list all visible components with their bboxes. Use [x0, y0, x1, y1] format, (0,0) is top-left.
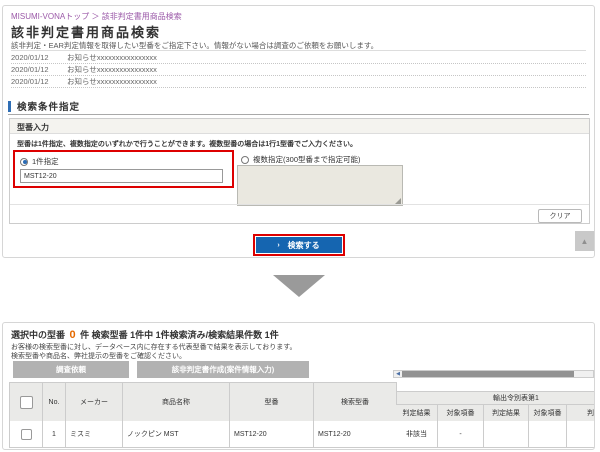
breadcrumb-current: 該非判定書用商品検索	[102, 12, 182, 21]
row-target: -	[438, 421, 484, 448]
row-search-model: MST12-20	[314, 421, 397, 448]
news-text: お知らせxxxxxxxxxxxxxxxx	[67, 76, 157, 87]
subheader-result: 判定結果	[396, 405, 438, 422]
divider	[11, 50, 586, 51]
section-header-search-conditions: 検索条件指定	[8, 99, 80, 113]
row-result: 非該当	[396, 421, 438, 448]
subheader-target: 対象項番	[438, 405, 484, 422]
radio-unselected-icon[interactable]	[241, 156, 249, 164]
search-button-highlight-box: › 検索する	[253, 234, 345, 256]
model-box-title: 型番入力	[10, 119, 589, 134]
chevron-right-icon: ›	[277, 242, 279, 249]
header-no: No.	[43, 383, 66, 422]
news-item[interactable]: 2020/01/12 お知らせxxxxxxxxxxxxxxxx	[11, 76, 586, 88]
row-checkbox-cell	[10, 421, 43, 448]
screenshot-stage: MISUMI-VONAトップ ＞ 該非判定書用商品検索 該非判定書用商品検索 該…	[0, 0, 600, 452]
investigate-request-button[interactable]: 調査依頼	[13, 361, 129, 378]
header-search-model: 検索型番	[314, 383, 397, 422]
section-accent-bar	[8, 101, 11, 112]
row-result	[484, 421, 529, 448]
news-date: 2020/01/12	[11, 77, 55, 86]
table-horizontal-scrollbar[interactable]: ◀	[393, 370, 594, 378]
radio-single-option[interactable]: 1件指定	[20, 156, 232, 167]
row-no: 1	[43, 421, 66, 448]
row-maker: ミスミ	[66, 421, 123, 448]
radio-selected-icon[interactable]	[20, 158, 28, 166]
select-all-checkbox[interactable]	[20, 396, 33, 409]
multi-model-textarea[interactable]	[237, 165, 403, 206]
table-row-judgement-cells: 非該当 -	[396, 421, 595, 448]
search-button-label: 検索する	[288, 240, 320, 251]
search-button[interactable]: › 検索する	[256, 237, 342, 253]
step-down-arrow-icon	[273, 275, 325, 297]
clear-button[interactable]: クリア	[538, 209, 582, 223]
model-box-instruction: 型番は1件指定、複数指定のいずれかで行うことができます。複数型番の場合は1行1型…	[17, 139, 357, 149]
table-subheader-row: 判定結果 対象項番 判定結果 対象項番 判定結果	[396, 404, 595, 422]
summary-prefix: 選択中の型番	[11, 330, 65, 340]
row-target	[529, 421, 567, 448]
header-checkbox-cell	[10, 383, 43, 422]
news-text: お知らせxxxxxxxxxxxxxxxx	[67, 64, 157, 75]
single-input-highlight-box: 1件指定	[13, 150, 234, 188]
table-header-row: No. メーカー 商品名称 型番 検索型番	[9, 382, 397, 422]
subheader-result: 判定結果	[567, 405, 595, 422]
news-item[interactable]: 2020/01/12 お知らせxxxxxxxxxxxxxxxx	[11, 64, 586, 76]
scroll-to-top-button[interactable]: ▲	[575, 231, 594, 251]
model-number-input[interactable]	[20, 169, 223, 183]
search-result-panel: 選択中の型番 0 件 検索型番 1件中 1件検索済み/検索結果件数 1件 お客様…	[2, 322, 595, 450]
breadcrumb-separator: ＞	[91, 12, 99, 21]
table-row: 1 ミスミ ノックピン MST MST12-20 MST12-20	[9, 421, 397, 448]
row-checkbox[interactable]	[21, 429, 32, 440]
subheader-result: 判定結果	[484, 405, 529, 422]
scrollbar-thumb[interactable]	[402, 371, 574, 377]
breadcrumb-home-link[interactable]: MISUMI-VONAトップ	[11, 12, 89, 21]
row-product-name: ノックピン MST	[123, 421, 230, 448]
news-item[interactable]: 2020/01/12 お知らせxxxxxxxxxxxxxxxx	[11, 52, 586, 64]
selected-count: 0	[68, 329, 78, 341]
news-text: お知らせxxxxxxxxxxxxxxxx	[67, 52, 157, 63]
news-date: 2020/01/12	[11, 53, 55, 62]
section-title: 検索条件指定	[17, 99, 80, 113]
radio-multi-label: 複数指定(300型番まで指定可能)	[253, 154, 361, 165]
header-model: 型番	[230, 383, 314, 422]
model-number-input-box: 型番入力 型番は1件指定、複数指定のいずれかで行うことができます。複数型番の場合…	[9, 118, 590, 224]
header-group-export-list: 輸出令別表第1	[396, 391, 595, 404]
create-judgement-doc-button[interactable]: 該非判定書作成(案件情報入力)	[137, 361, 309, 378]
breadcrumb: MISUMI-VONAトップ ＞ 該非判定書用商品検索	[11, 11, 182, 22]
arrow-up-icon: ▲	[581, 237, 589, 246]
section-underline	[8, 114, 589, 115]
summary-suffix: 件 検索型番 1件中 1件検索済み/検索結果件数 1件	[80, 330, 279, 340]
header-maker: メーカー	[66, 383, 123, 422]
subheader-target: 対象項番	[529, 405, 567, 422]
divider	[10, 204, 589, 205]
scrollbar-left-arrow-icon[interactable]: ◀	[394, 371, 402, 377]
page-title: 該非判定書用商品検索	[11, 22, 161, 41]
radio-single-label: 1件指定	[32, 156, 59, 167]
row-result	[567, 421, 595, 448]
result-summary: 選択中の型番 0 件 検索型番 1件中 1件検索済み/検索結果件数 1件	[11, 328, 279, 341]
radio-multi-option[interactable]: 複数指定(300型番まで指定可能)	[241, 154, 361, 165]
result-note: 検索型番や商品名、弊社提示の型番をご確認ください。	[11, 351, 186, 361]
search-form-panel: MISUMI-VONAトップ ＞ 該非判定書用商品検索 該非判定書用商品検索 該…	[2, 5, 595, 258]
news-date: 2020/01/12	[11, 65, 55, 74]
row-model: MST12-20	[230, 421, 314, 448]
header-product-name: 商品名称	[123, 383, 230, 422]
